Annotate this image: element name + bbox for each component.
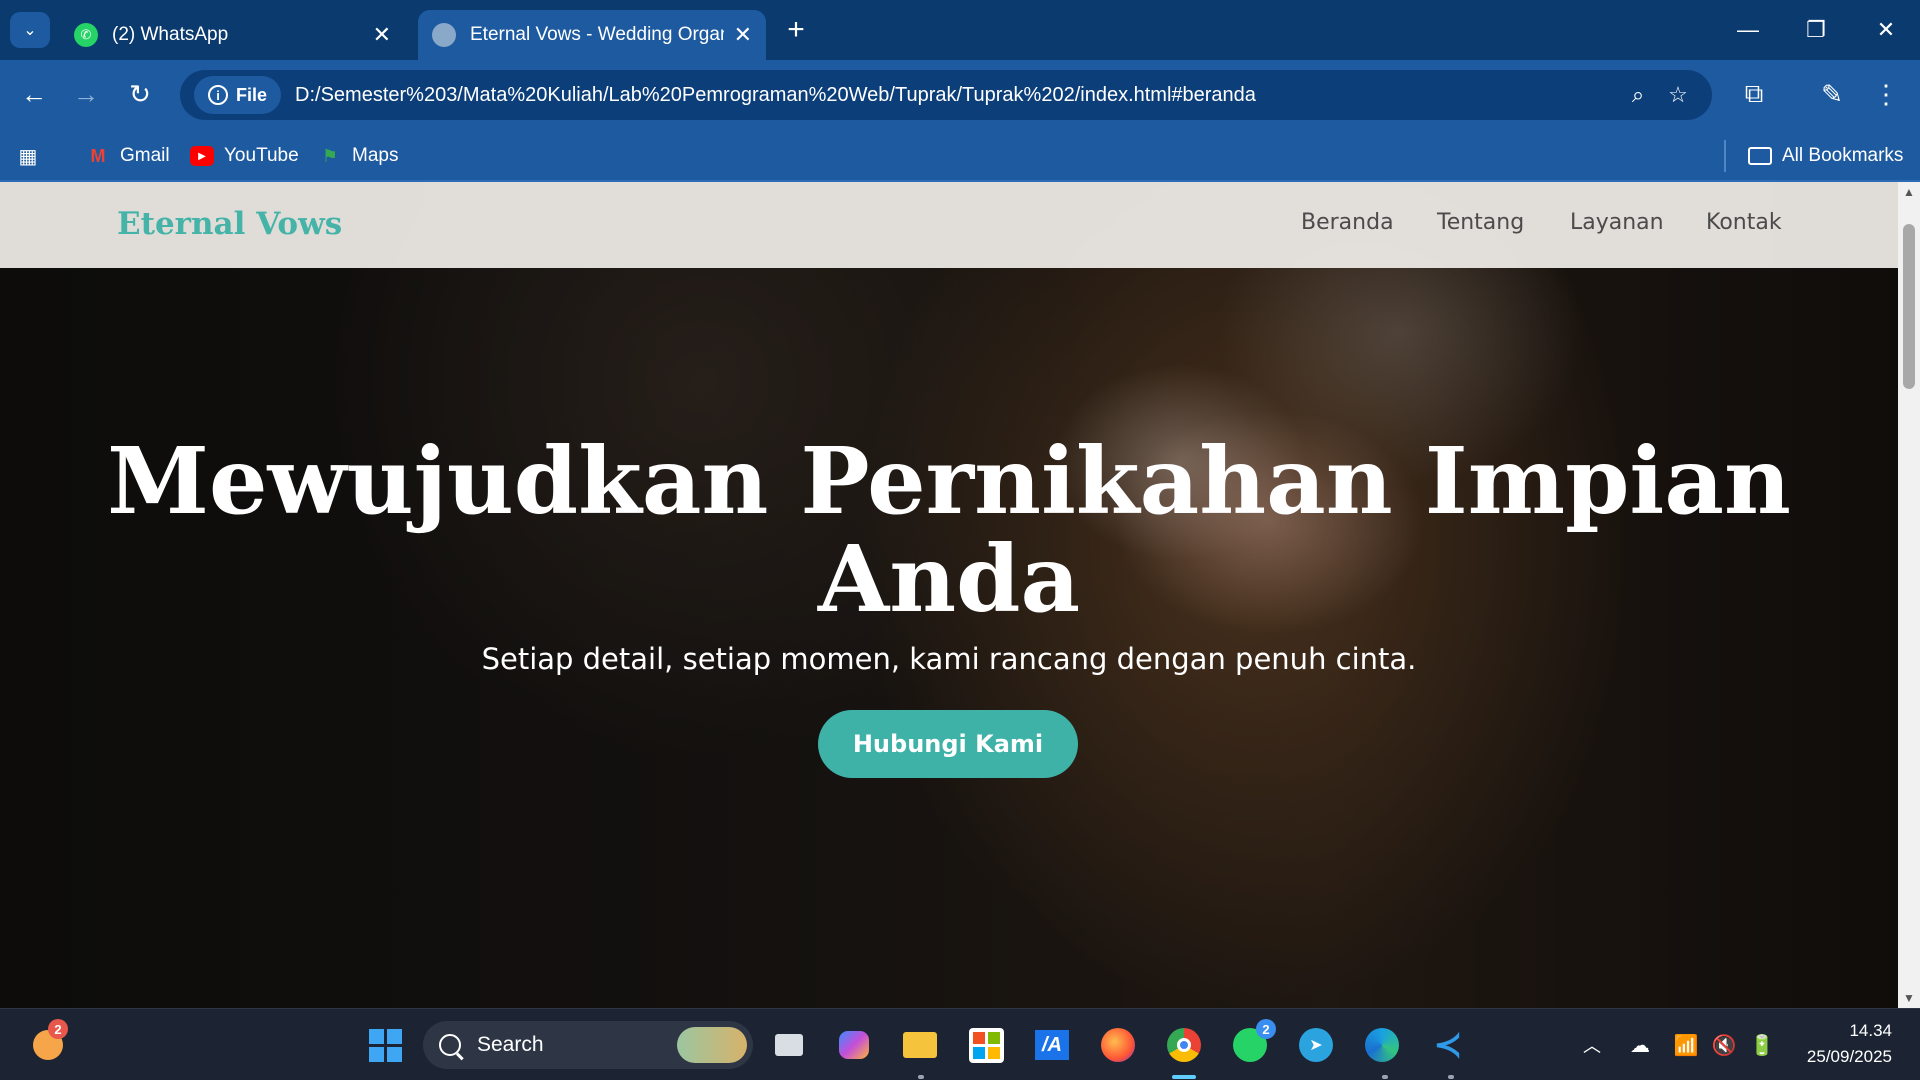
url-text[interactable]: D:/Semester%203/Mata%20Kuliah/Lab%20Pemr… bbox=[295, 84, 1618, 107]
menu-icon[interactable]: ⋮ bbox=[1866, 74, 1906, 114]
bookmark-star-icon[interactable]: ☆ bbox=[1658, 82, 1698, 108]
scroll-down-icon[interactable]: ▼ bbox=[1898, 988, 1920, 1008]
site-navbar: Eternal Vows Beranda Tentang Layanan Kon… bbox=[0, 182, 1898, 268]
close-window-button[interactable]: ✕ bbox=[1862, 8, 1910, 52]
running-indicator bbox=[1382, 1075, 1388, 1079]
back-button[interactable]: ← bbox=[14, 74, 54, 114]
minimize-button[interactable]: — bbox=[1724, 8, 1772, 52]
nav-beranda[interactable]: Beranda bbox=[1301, 210, 1394, 235]
gmail-icon: M bbox=[90, 145, 106, 166]
close-icon[interactable]: ✕ bbox=[373, 22, 391, 48]
new-tab-button[interactable]: + bbox=[778, 12, 814, 48]
tab-title: (2) WhatsApp bbox=[112, 24, 229, 45]
bookmark-label: YouTube bbox=[224, 145, 299, 166]
app-icon[interactable]: /A bbox=[1030, 1023, 1074, 1067]
nav-tentang[interactable]: Tentang bbox=[1437, 210, 1524, 235]
restore-button[interactable]: ❐ bbox=[1792, 8, 1840, 52]
search-highlight-image bbox=[677, 1027, 747, 1063]
hero-subtitle: Setiap detail, setiap momen, kami rancan… bbox=[481, 642, 1417, 676]
page-viewport: Eternal Vows Beranda Tentang Layanan Kon… bbox=[0, 182, 1898, 1008]
all-bookmarks[interactable]: All Bookmarks bbox=[1724, 140, 1903, 172]
hero-title-line2: Anda bbox=[817, 525, 1081, 633]
whatsapp-badge: 2 bbox=[1256, 1019, 1276, 1039]
weather-icon[interactable]: 2 bbox=[26, 1019, 70, 1067]
bookmark-gmail[interactable]: M Gmail bbox=[86, 140, 170, 172]
firefox-icon[interactable] bbox=[1096, 1023, 1140, 1067]
clock-date[interactable]: 25/09/2025 bbox=[1788, 1047, 1892, 1067]
profile-icon[interactable]: ✎ bbox=[1812, 74, 1852, 114]
weather-badge: 2 bbox=[48, 1019, 68, 1039]
battery-icon[interactable]: 🔋 bbox=[1740, 1023, 1784, 1067]
search-placeholder: Search bbox=[477, 1033, 544, 1056]
whatsapp-icon: ✆ bbox=[74, 23, 98, 47]
info-icon: i bbox=[208, 85, 228, 105]
hero-section: Mewujudkan Pernikahan Impian Anda Setiap… bbox=[0, 182, 1898, 1008]
chevron-up-icon[interactable]: ︿ bbox=[1570, 1023, 1614, 1067]
bookmarks-bar: ▦ M Gmail ▶ YouTube ⚑ Maps All Bookmarks bbox=[0, 130, 1920, 182]
hero-title: Mewujudkan Pernikahan Impian Anda bbox=[80, 432, 1818, 628]
scroll-thumb[interactable] bbox=[1903, 224, 1915, 389]
globe-icon bbox=[432, 23, 456, 47]
task-view-icon[interactable] bbox=[767, 1023, 811, 1067]
chrome-icon[interactable] bbox=[1162, 1023, 1206, 1067]
start-button[interactable] bbox=[363, 1023, 407, 1067]
tab-whatsapp[interactable]: ✆ (2) WhatsApp ✕ bbox=[60, 10, 405, 60]
nav-kontak[interactable]: Kontak bbox=[1706, 210, 1782, 235]
all-bookmarks-label: All Bookmarks bbox=[1782, 145, 1904, 166]
apps-icon[interactable]: ▦ bbox=[16, 140, 50, 172]
running-indicator bbox=[1448, 1075, 1454, 1079]
close-icon[interactable]: ✕ bbox=[734, 22, 752, 48]
scroll-up-icon[interactable]: ▲ bbox=[1898, 182, 1920, 202]
clock-time[interactable]: 14.34 bbox=[1788, 1021, 1892, 1041]
nav-layanan[interactable]: Layanan bbox=[1570, 210, 1664, 235]
zoom-icon[interactable]: ⌕ bbox=[1618, 82, 1658, 108]
bookmark-youtube[interactable]: ▶ YouTube bbox=[190, 140, 299, 172]
chrome-active-indicator bbox=[1172, 1075, 1196, 1079]
contact-us-button[interactable]: Hubungi Kami bbox=[818, 710, 1078, 778]
onedrive-icon[interactable]: ☁ bbox=[1618, 1023, 1662, 1067]
browser-toolbar: ← → ↻ i File D:/Semester%203/Mata%20Kuli… bbox=[0, 60, 1920, 130]
site-logo[interactable]: Eternal Vows bbox=[117, 206, 342, 242]
tab-title: Eternal Vows - Wedding Organi bbox=[470, 24, 724, 45]
running-indicator bbox=[918, 1075, 924, 1079]
youtube-icon: ▶ bbox=[190, 146, 214, 166]
bookmark-label: Gmail bbox=[120, 145, 170, 166]
taskbar-search[interactable]: Search bbox=[423, 1021, 753, 1069]
microsoft-store-icon[interactable] bbox=[964, 1023, 1008, 1067]
copilot-icon[interactable] bbox=[832, 1023, 876, 1067]
tab-eternal-vows[interactable]: Eternal Vows - Wedding Organi ✕ bbox=[418, 10, 766, 60]
address-bar[interactable]: i File D:/Semester%203/Mata%20Kuliah/Lab… bbox=[180, 70, 1712, 120]
bookmark-label: Maps bbox=[352, 145, 399, 166]
file-explorer-icon[interactable] bbox=[898, 1023, 942, 1067]
site-info-label: File bbox=[236, 84, 268, 105]
vscode-icon[interactable]: ≺ bbox=[1426, 1023, 1470, 1067]
whatsapp-icon[interactable]: 2 bbox=[1228, 1019, 1276, 1067]
page-scrollbar[interactable]: ▲ ▼ bbox=[1898, 182, 1920, 1008]
extensions-icon[interactable]: ⧉ bbox=[1734, 74, 1774, 114]
tab-strip: ⌄ ✆ (2) WhatsApp ✕ Eternal Vows - Weddin… bbox=[0, 0, 1920, 60]
bookmark-maps[interactable]: ⚑ Maps bbox=[318, 140, 399, 172]
folder-icon bbox=[1748, 147, 1772, 165]
edge-icon[interactable] bbox=[1360, 1023, 1404, 1067]
search-icon bbox=[439, 1034, 461, 1056]
telegram-icon[interactable]: ➤ bbox=[1294, 1023, 1338, 1067]
reload-button[interactable]: ↻ bbox=[120, 74, 160, 114]
forward-button[interactable]: → bbox=[66, 74, 106, 114]
site-info-chip[interactable]: i File bbox=[194, 76, 282, 114]
hero-title-line1: Mewujudkan Pernikahan Impian bbox=[107, 427, 1791, 535]
windows-taskbar: 2 Search /A 2 ➤ ≺ ︿ ☁ 📶 🔇 🔋 14.34 25/09/… bbox=[0, 1008, 1920, 1080]
tab-search-button[interactable]: ⌄ bbox=[10, 12, 50, 48]
maps-icon: ⚑ bbox=[321, 145, 339, 166]
